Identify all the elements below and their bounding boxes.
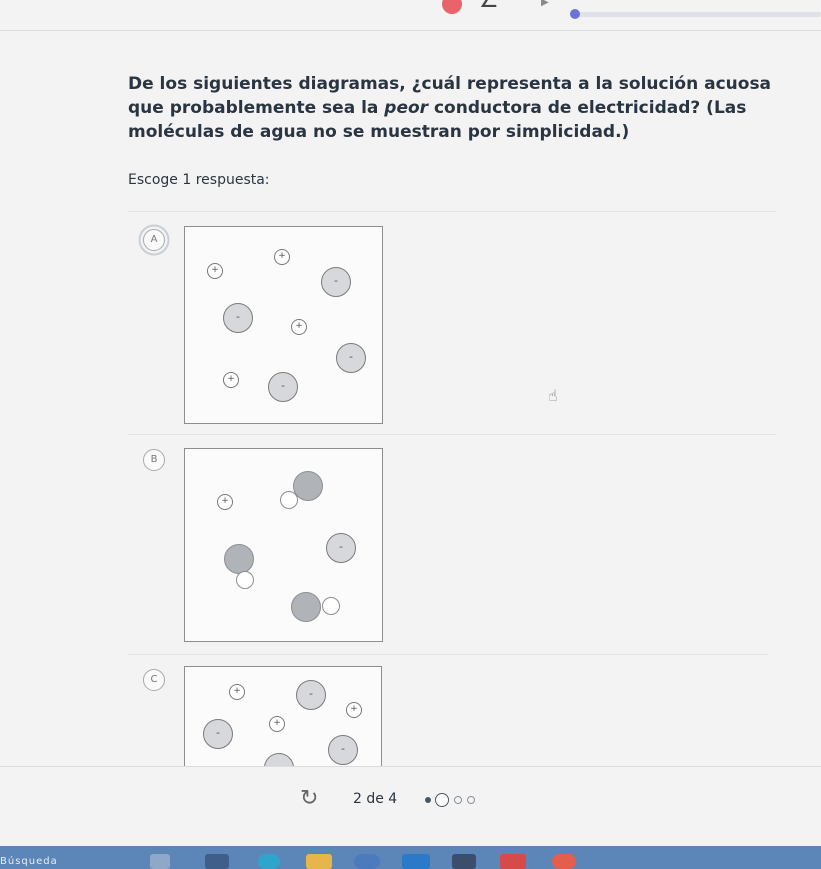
anion: -: [321, 267, 351, 297]
question-emphasis: peor: [384, 98, 429, 118]
progress-track: [575, 12, 821, 17]
molecule-large-atom: [291, 592, 321, 622]
cation: +: [229, 684, 245, 700]
taskbar-search-label[interactable]: Búsqueda: [0, 856, 58, 867]
molecule-small-atom: [236, 571, 254, 589]
taskbar-app-icon[interactable]: [402, 854, 430, 869]
progress-dot: [570, 9, 580, 19]
page-dot-4[interactable]: [467, 796, 475, 804]
anion: -: [328, 735, 358, 765]
taskbar: Búsqueda: [0, 846, 821, 869]
cation: +: [269, 716, 285, 732]
top-corner-fragment: ⋯: [0, 0, 14, 6]
cation: +: [207, 263, 223, 279]
anion: -: [268, 372, 298, 402]
taskbar-app-icon[interactable]: [500, 854, 526, 869]
option-c-diagram[interactable]: + - + - + -: [184, 666, 382, 766]
progress-marker-red: [442, 0, 462, 14]
cation: +: [217, 494, 233, 510]
taskbar-app-icon[interactable]: [258, 854, 280, 869]
molecule-large-atom: [224, 544, 254, 574]
answer-prompt: Escoge 1 respuesta:: [128, 172, 270, 188]
taskbar-app-icon[interactable]: [306, 854, 332, 869]
molecule-small-atom: [322, 597, 340, 615]
search-icon[interactable]: [354, 854, 380, 869]
top-progress-bar: ⋯ ∠ ▶: [0, 0, 821, 36]
taskbar-app-icon[interactable]: [150, 854, 170, 869]
question-text: De los siguientes diagramas, ¿cuál repre…: [128, 72, 788, 144]
page-dot-3[interactable]: [454, 796, 462, 804]
divider-a-b: [128, 434, 776, 435]
cation: +: [346, 702, 362, 718]
cation: +: [291, 319, 307, 335]
option-b-diagram[interactable]: + -: [184, 448, 383, 642]
anion: -: [203, 719, 233, 749]
cation: +: [274, 249, 290, 265]
pointer-hand-icon: ☝: [548, 386, 558, 405]
anion: -: [296, 680, 326, 710]
anion: [264, 753, 294, 766]
molecule-large-atom: [293, 471, 323, 501]
progress-arrow-icon: ▶: [541, 0, 549, 8]
top-divider: [0, 30, 821, 31]
taskbar-app-icon[interactable]: [452, 854, 476, 869]
anion: -: [336, 343, 366, 373]
anion: -: [223, 303, 253, 333]
progress-marker-glyph: ∠: [479, 0, 499, 13]
taskbar-app-icon[interactable]: [552, 854, 576, 869]
page-dot-2-current[interactable]: [435, 793, 449, 807]
option-b-radio[interactable]: B: [143, 449, 165, 471]
anion: -: [326, 533, 356, 563]
bottom-divider: [0, 766, 821, 767]
taskbar-app-icon[interactable]: [205, 854, 229, 869]
option-c-radio[interactable]: C: [143, 669, 165, 691]
page-dot-1[interactable]: [425, 797, 431, 803]
option-a-radio[interactable]: A: [143, 229, 165, 251]
option-a-diagram[interactable]: + + - - + - + -: [184, 226, 383, 424]
cation: +: [223, 372, 239, 388]
divider-b-c: [128, 654, 768, 655]
reload-icon[interactable]: ↻: [300, 786, 318, 811]
divider-top: [128, 211, 776, 212]
page-counter: 2 de 4: [353, 791, 398, 807]
